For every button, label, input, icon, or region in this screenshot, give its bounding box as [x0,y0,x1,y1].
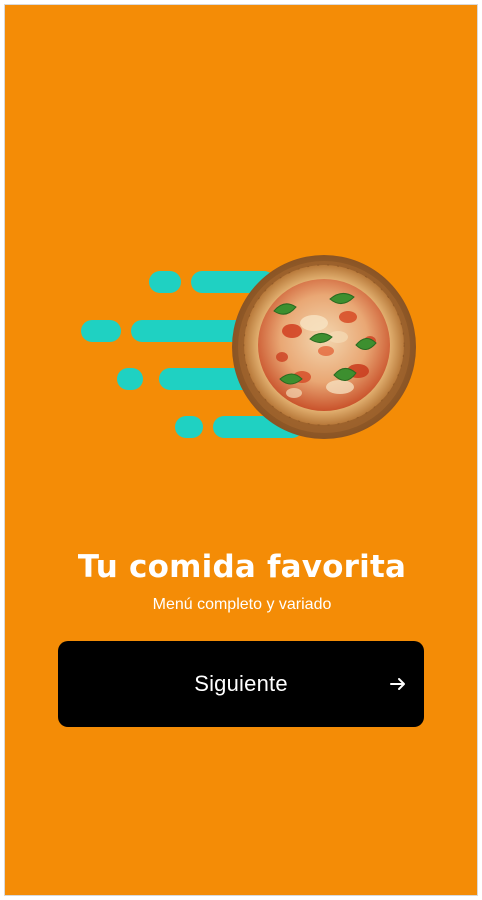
next-button-label: Siguiente [194,671,288,696]
next-button[interactable]: Siguiente [58,641,424,727]
onboarding-screen: Tu comida favorita Menú completo y varia… [4,4,478,896]
speed-line [81,320,121,342]
pizza-icon [230,253,418,441]
arrow-right-icon [388,674,408,694]
page-subtitle: Menú completo y variado [152,596,332,613]
speed-line [149,271,181,293]
speed-line [117,368,143,390]
speed-line [175,416,203,438]
hero-illustration [75,250,420,445]
onboarding-text: Tu comida favorita Menú completo y varia… [5,545,477,615]
page-title: Tu comida favorita [77,549,407,585]
